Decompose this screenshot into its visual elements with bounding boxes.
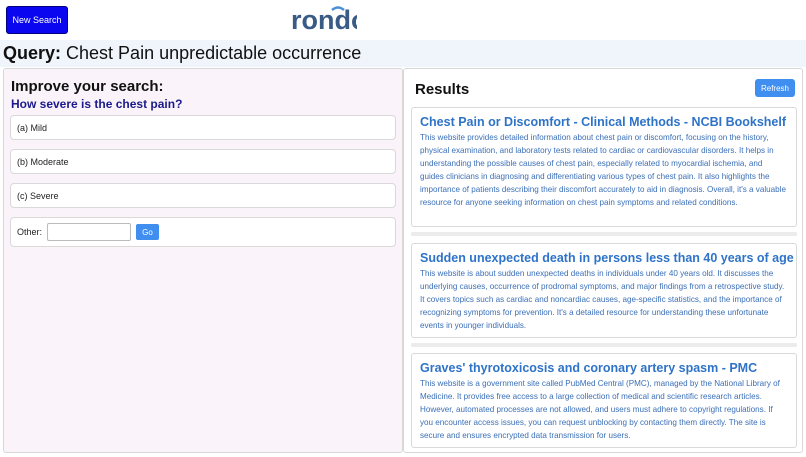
result-title-link[interactable]: Chest Pain or Discomfort - Clinical Meth… — [420, 114, 788, 130]
option-label: (a) Mild — [17, 122, 48, 133]
result-card: Chest Pain or Discomfort - Clinical Meth… — [411, 107, 797, 227]
improve-search-panel: Improve your search: How severe is the c… — [3, 68, 403, 453]
option-label: (c) Severe — [17, 190, 59, 201]
query-label: Query: — [3, 43, 62, 63]
new-search-button[interactable]: New Search — [6, 6, 68, 34]
query-bar: Query: Chest Pain unpredictable occurren… — [0, 40, 806, 67]
improve-search-title: Improve your search: — [11, 78, 164, 95]
result-description: This website is a government site called… — [420, 379, 780, 440]
other-answer-row: Other: Go — [10, 217, 396, 247]
result-divider — [411, 343, 797, 347]
results-title: Results — [415, 81, 470, 98]
rondo-logo-icon: rondo — [291, 5, 357, 35]
option-mild[interactable]: (a) Mild — [10, 115, 396, 140]
result-description: This website is about sudden unexpected … — [420, 269, 785, 330]
other-input[interactable] — [47, 223, 132, 241]
go-button[interactable]: Go — [136, 224, 160, 240]
query-text: Chest Pain unpredictable occurrence — [66, 43, 362, 63]
option-severe[interactable]: (c) Severe — [10, 183, 396, 208]
result-divider — [411, 232, 797, 236]
rondo-logo: rondo — [291, 4, 357, 36]
results-panel: Results Refresh Chest Pain or Discomfort… — [403, 68, 803, 453]
option-moderate[interactable]: (b) Moderate — [10, 149, 396, 174]
result-description: This website provides detailed informati… — [420, 133, 786, 207]
logo-wordmark: rondo — [291, 5, 357, 35]
result-card: Sudden unexpected death in persons less … — [411, 243, 797, 338]
result-title-link[interactable]: Graves' thyrotoxicosis and coronary arte… — [420, 360, 788, 376]
top-bar: New Search rondo — [0, 0, 806, 40]
option-label: (b) Moderate — [17, 156, 69, 167]
other-label: Other: — [17, 227, 43, 237]
refresh-button[interactable]: Refresh — [755, 79, 795, 97]
refine-question: How severe is the chest pain? — [11, 97, 183, 111]
result-title-link[interactable]: Sudden unexpected death in persons less … — [420, 250, 794, 266]
result-card: Graves' thyrotoxicosis and coronary arte… — [411, 353, 797, 448]
